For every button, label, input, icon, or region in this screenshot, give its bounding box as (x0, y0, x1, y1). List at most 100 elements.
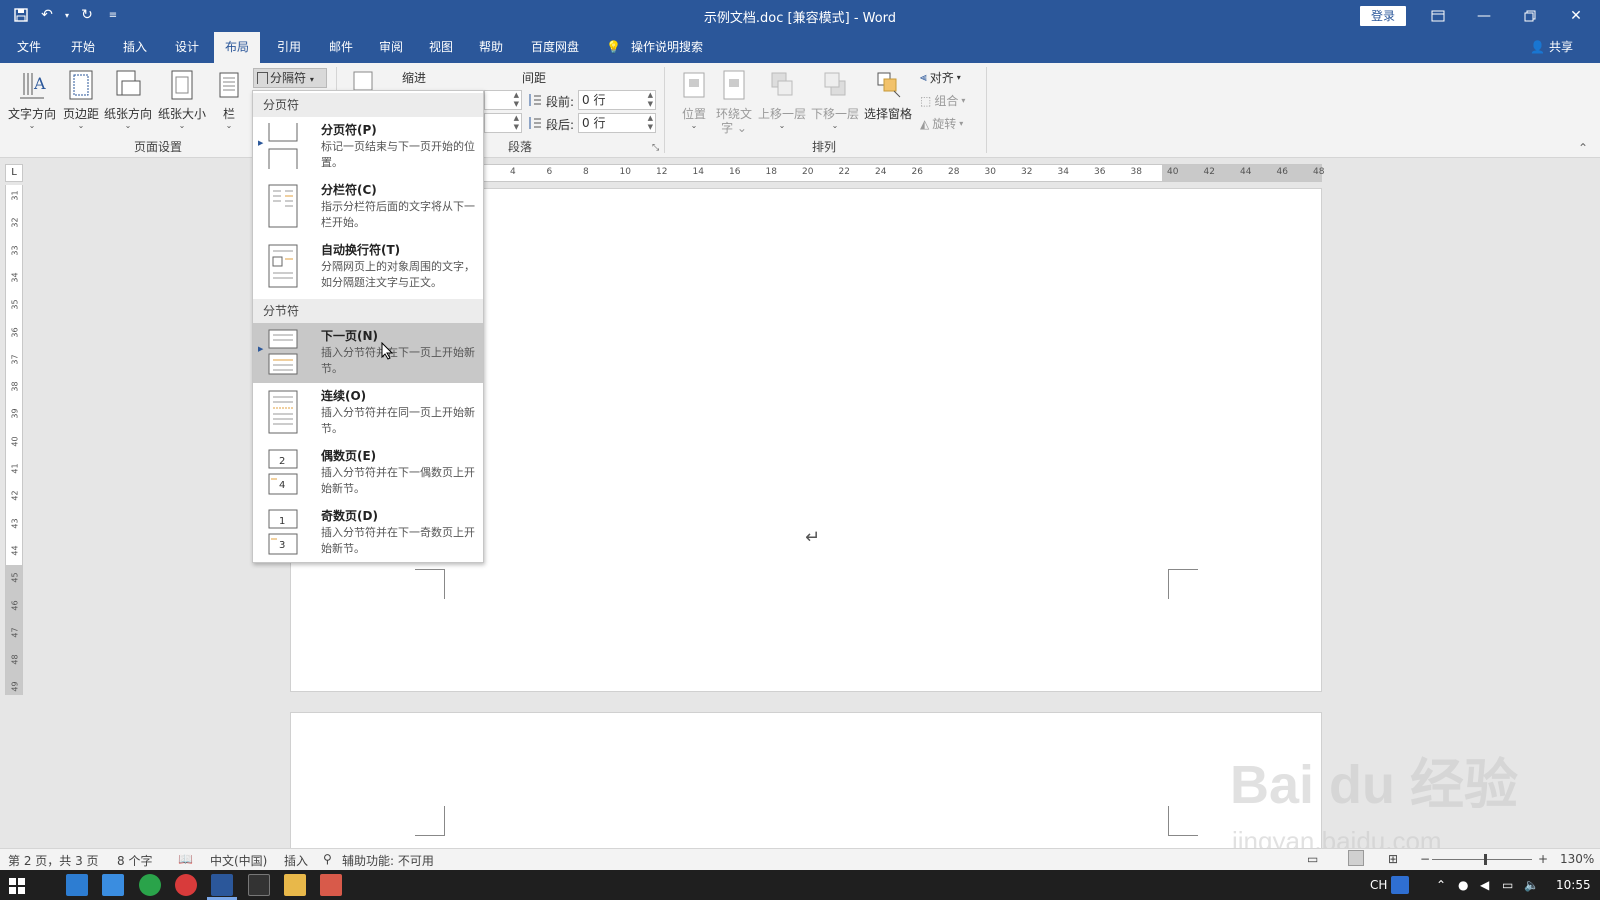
tab-selector[interactable]: L (5, 164, 23, 182)
indent-left-field[interactable]: ▲ ▼ (484, 90, 522, 110)
login-button[interactable]: 登录 (1360, 6, 1406, 26)
zoom-out-icon[interactable]: − (1420, 852, 1430, 866)
pdf-reader-icon[interactable] (320, 874, 342, 896)
restore-icon[interactable] (1507, 0, 1553, 32)
tab-file[interactable]: 文件 (6, 32, 52, 63)
tab-layout[interactable]: 布局 (214, 32, 261, 63)
send-backward-button[interactable]: 下移一层 ⌄ (811, 69, 859, 130)
zoom-level[interactable]: 130% (1560, 852, 1594, 866)
text-direction-button[interactable]: A 文字方向 ⌄ (8, 69, 56, 130)
ruler-tick-label: 31 (10, 190, 20, 201)
language-status[interactable]: 中文(中国) (210, 852, 267, 869)
tell-me-search[interactable]: 💡 操作说明搜索 (606, 32, 703, 63)
ime-indicator[interactable]: CH (1370, 870, 1387, 900)
read-mode-icon[interactable]: ▭ (1307, 852, 1318, 866)
breaks-button[interactable]: 分隔符 ▾ (253, 68, 327, 88)
position-button[interactable]: 位置 ⌄ (680, 69, 708, 130)
ribbon-display-options-icon[interactable] (1415, 0, 1461, 32)
continuous-section-item[interactable]: 连续(O) 插入分节符并在同一页上开始新节。 (253, 383, 483, 443)
accessibility-status[interactable]: 辅助功能: 不可用 (342, 852, 434, 869)
selection-pane-label: 选择窗格 (864, 107, 913, 121)
item-title: 分栏符(C) (321, 183, 377, 197)
print-layout-icon[interactable] (1348, 850, 1364, 866)
zoom-slider-thumb[interactable] (1484, 854, 1487, 865)
redo-icon[interactable]: ↻ (76, 4, 98, 26)
tab-design[interactable]: 设计 (164, 32, 210, 63)
tray-app-icon[interactable]: ● (1458, 870, 1468, 900)
tray-warning-icon[interactable]: ◀ (1480, 870, 1489, 900)
share-button[interactable]: 👤 共享 (1530, 32, 1573, 63)
word-count[interactable]: 8 个字 (117, 852, 152, 869)
next-page-section-item[interactable]: ▶ 下一页(N) 插入分节符并在下一页上开始新节。 (253, 323, 483, 383)
odd-page-section-item[interactable]: 13 奇数页(D) 插入分节符并在下一奇数页上开始新节。 (253, 503, 483, 563)
text-wrapping-break-item[interactable]: 自动换行符(T) 分隔网页上的对象周围的文字，如分隔题注文字与正文。 (253, 237, 483, 297)
collapse-ribbon-icon[interactable]: ⌃ (1578, 141, 1588, 155)
terminal-icon[interactable] (248, 874, 270, 896)
wrap-text-button[interactable]: 环绕文 字 ⌄ (716, 69, 752, 134)
position-icon (683, 72, 705, 98)
document-page-next[interactable] (290, 712, 1322, 852)
space-after-field[interactable]: 0 行 ▲ ▼ (578, 113, 656, 133)
selection-pane-button[interactable]: 选择窗格 (864, 69, 912, 122)
page-count[interactable]: 第 2 页，共 3 页 (8, 852, 99, 869)
text-direction-label: 文字方向 (8, 107, 57, 121)
zoom-in-icon[interactable]: + (1538, 852, 1548, 866)
web-layout-icon[interactable]: ⊞ (1388, 852, 1398, 866)
tab-mailings[interactable]: 邮件 (318, 32, 364, 63)
customize-qat-icon[interactable]: ≡ (102, 4, 124, 26)
file-explorer-icon[interactable] (284, 874, 306, 896)
page-break-item[interactable]: ▶ 分页符(P) 标记一页结束与下一页开始的位置。 (253, 117, 483, 177)
column-break-item[interactable]: 分栏符(C) 指示分栏符后面的文字将从下一栏开始。 (253, 177, 483, 237)
save-icon[interactable] (10, 4, 32, 26)
tab-view[interactable]: 视图 (418, 32, 464, 63)
group-button[interactable]: ⬚ 组合 ▾ (920, 92, 965, 109)
proofing-icon[interactable]: 📖 (178, 852, 193, 866)
close-icon[interactable]: ✕ (1553, 0, 1599, 32)
undo-dropdown-icon[interactable]: ▾ (62, 4, 72, 26)
baidu-input-icon[interactable] (1391, 876, 1409, 894)
group-icon: ⬚ (920, 93, 932, 108)
ruler-tick-label: 35 (10, 299, 20, 310)
clock[interactable]: 10:55 (1556, 870, 1591, 900)
space-before-field[interactable]: 0 行 ▲ ▼ (578, 90, 656, 110)
vertical-ruler[interactable]: 31 32 33 34 35 36 37 38 39 40 41 42 43 44 45 46 47 48 49 (5, 185, 23, 695)
word-app-icon[interactable] (211, 874, 233, 896)
indent-right-field[interactable]: ▲ ▼ (484, 113, 522, 133)
ruler-tick-label: 10 (619, 167, 631, 177)
zoom-slider[interactable] (1432, 859, 1532, 860)
columns-button[interactable]: 栏 ⌄ (218, 69, 240, 130)
network-icon[interactable]: ▭ (1502, 870, 1513, 900)
ruler-tick-label: 48 (10, 654, 20, 665)
tab-help[interactable]: 帮助 (468, 32, 514, 63)
volume-icon[interactable]: 🔈 (1524, 870, 1539, 900)
line-numbers-icon[interactable] (352, 71, 376, 91)
accessibility-icon: ⚲ (323, 852, 332, 866)
orientation-button[interactable]: 纸张方向 ⌄ (104, 69, 152, 130)
tab-review[interactable]: 审阅 (368, 32, 414, 63)
chevron-down-icon: ▾ (959, 119, 964, 128)
even-page-section-item[interactable]: 24 偶数页(E) 插入分节符并在下一偶数页上开始新节。 (253, 443, 483, 503)
size-button[interactable]: 纸张大小 ⌄ (158, 69, 206, 130)
watermark-logo: Bai du 经验 (1230, 755, 1519, 815)
insert-mode[interactable]: 插入 (284, 852, 308, 869)
minimize-icon[interactable]: — (1461, 0, 1507, 32)
send-backward-icon (824, 72, 846, 96)
align-icon: ⫷ (920, 70, 927, 84)
page-setup-group-label: 页面设置 (134, 140, 183, 154)
netease-music-icon[interactable] (175, 874, 197, 896)
windows-start-icon[interactable] (9, 878, 25, 894)
tab-insert[interactable]: 插入 (112, 32, 158, 63)
mail-app-icon[interactable] (102, 874, 124, 896)
tab-baidu-netdisk[interactable]: 百度网盘 (520, 32, 590, 63)
tab-references[interactable]: 引用 (266, 32, 312, 63)
dialog-launcher-icon[interactable]: ⤡ (652, 143, 659, 153)
align-button[interactable]: ⫷ 对齐 ▾ (920, 69, 961, 86)
bring-forward-button[interactable]: 上移一层 ⌄ (758, 69, 806, 130)
undo-icon[interactable]: ↶ (36, 4, 58, 26)
margins-button[interactable]: 页边距 ⌄ (63, 69, 99, 130)
rotate-button[interactable]: ◭ 旋转 ▾ (920, 115, 963, 132)
chevron-up-icon[interactable]: ⌃ (1436, 870, 1446, 900)
chrome-icon[interactable] (139, 874, 161, 896)
tab-home[interactable]: 开始 (60, 32, 106, 63)
task-view-icon[interactable] (66, 874, 88, 896)
